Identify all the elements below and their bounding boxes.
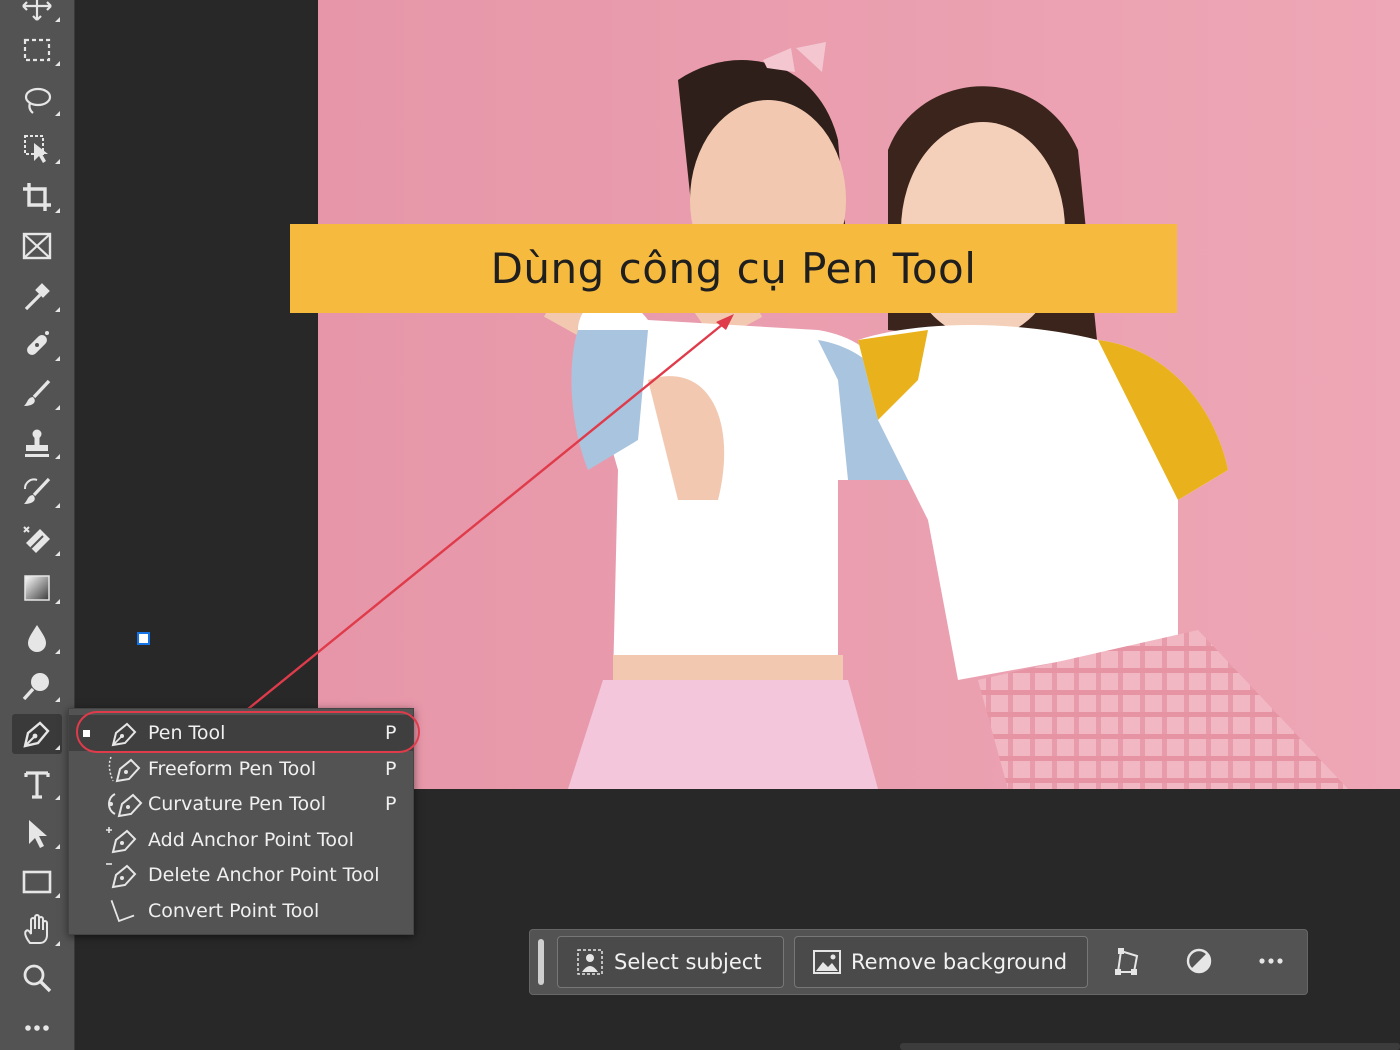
- menu-label: Curvature Pen Tool: [148, 793, 327, 815]
- select-subject-button[interactable]: Select subject: [557, 936, 784, 988]
- highlight-oval: [76, 711, 420, 753]
- menu-label: Freeform Pen Tool: [148, 758, 317, 780]
- add-anchor-point-icon: [106, 827, 137, 854]
- curvature-pen-icon: [108, 793, 143, 818]
- horizontal-scrollbar[interactable]: [900, 1043, 1400, 1050]
- menu-label: Add Anchor Point Tool: [148, 829, 354, 851]
- menu-label: Convert Point Tool: [148, 900, 320, 922]
- menu-item-curvature-pen-tool[interactable]: Curvature Pen Tool P: [69, 786, 413, 822]
- delete-anchor-point-icon: [106, 863, 137, 889]
- remove-background-label: Remove background: [851, 950, 1068, 974]
- more-options-icon[interactable]: [1256, 946, 1286, 976]
- title-banner: Dùng công cụ Pen Tool: [290, 224, 1177, 313]
- image-icon: [813, 950, 841, 974]
- menu-item-convert-point-tool[interactable]: Convert Point Tool: [69, 893, 413, 929]
- menu-item-freeform-pen-tool[interactable]: Freeform Pen Tool P: [69, 751, 413, 787]
- select-subject-label: Select subject: [614, 950, 762, 974]
- menu-item-add-anchor-point-tool[interactable]: Add Anchor Point Tool: [69, 822, 413, 858]
- remove-background-button[interactable]: Remove background: [794, 936, 1088, 988]
- menu-shortcut: P: [385, 758, 397, 780]
- banner-text: Dùng công cụ Pen Tool: [490, 244, 977, 293]
- menu-item-delete-anchor-point-tool[interactable]: Delete Anchor Point Tool: [69, 857, 413, 893]
- menu-label: Delete Anchor Point Tool: [148, 864, 380, 886]
- task-bar-grip[interactable]: [538, 939, 544, 985]
- contextual-task-bar: Select subject Remove background: [529, 929, 1308, 995]
- adjustment-icon[interactable]: [1184, 946, 1214, 976]
- transform-icon[interactable]: [1112, 946, 1142, 976]
- select-subject-icon: [577, 949, 603, 975]
- menu-shortcut: P: [385, 793, 397, 815]
- convert-point-icon: [110, 900, 135, 923]
- freeform-pen-icon: [108, 756, 141, 783]
